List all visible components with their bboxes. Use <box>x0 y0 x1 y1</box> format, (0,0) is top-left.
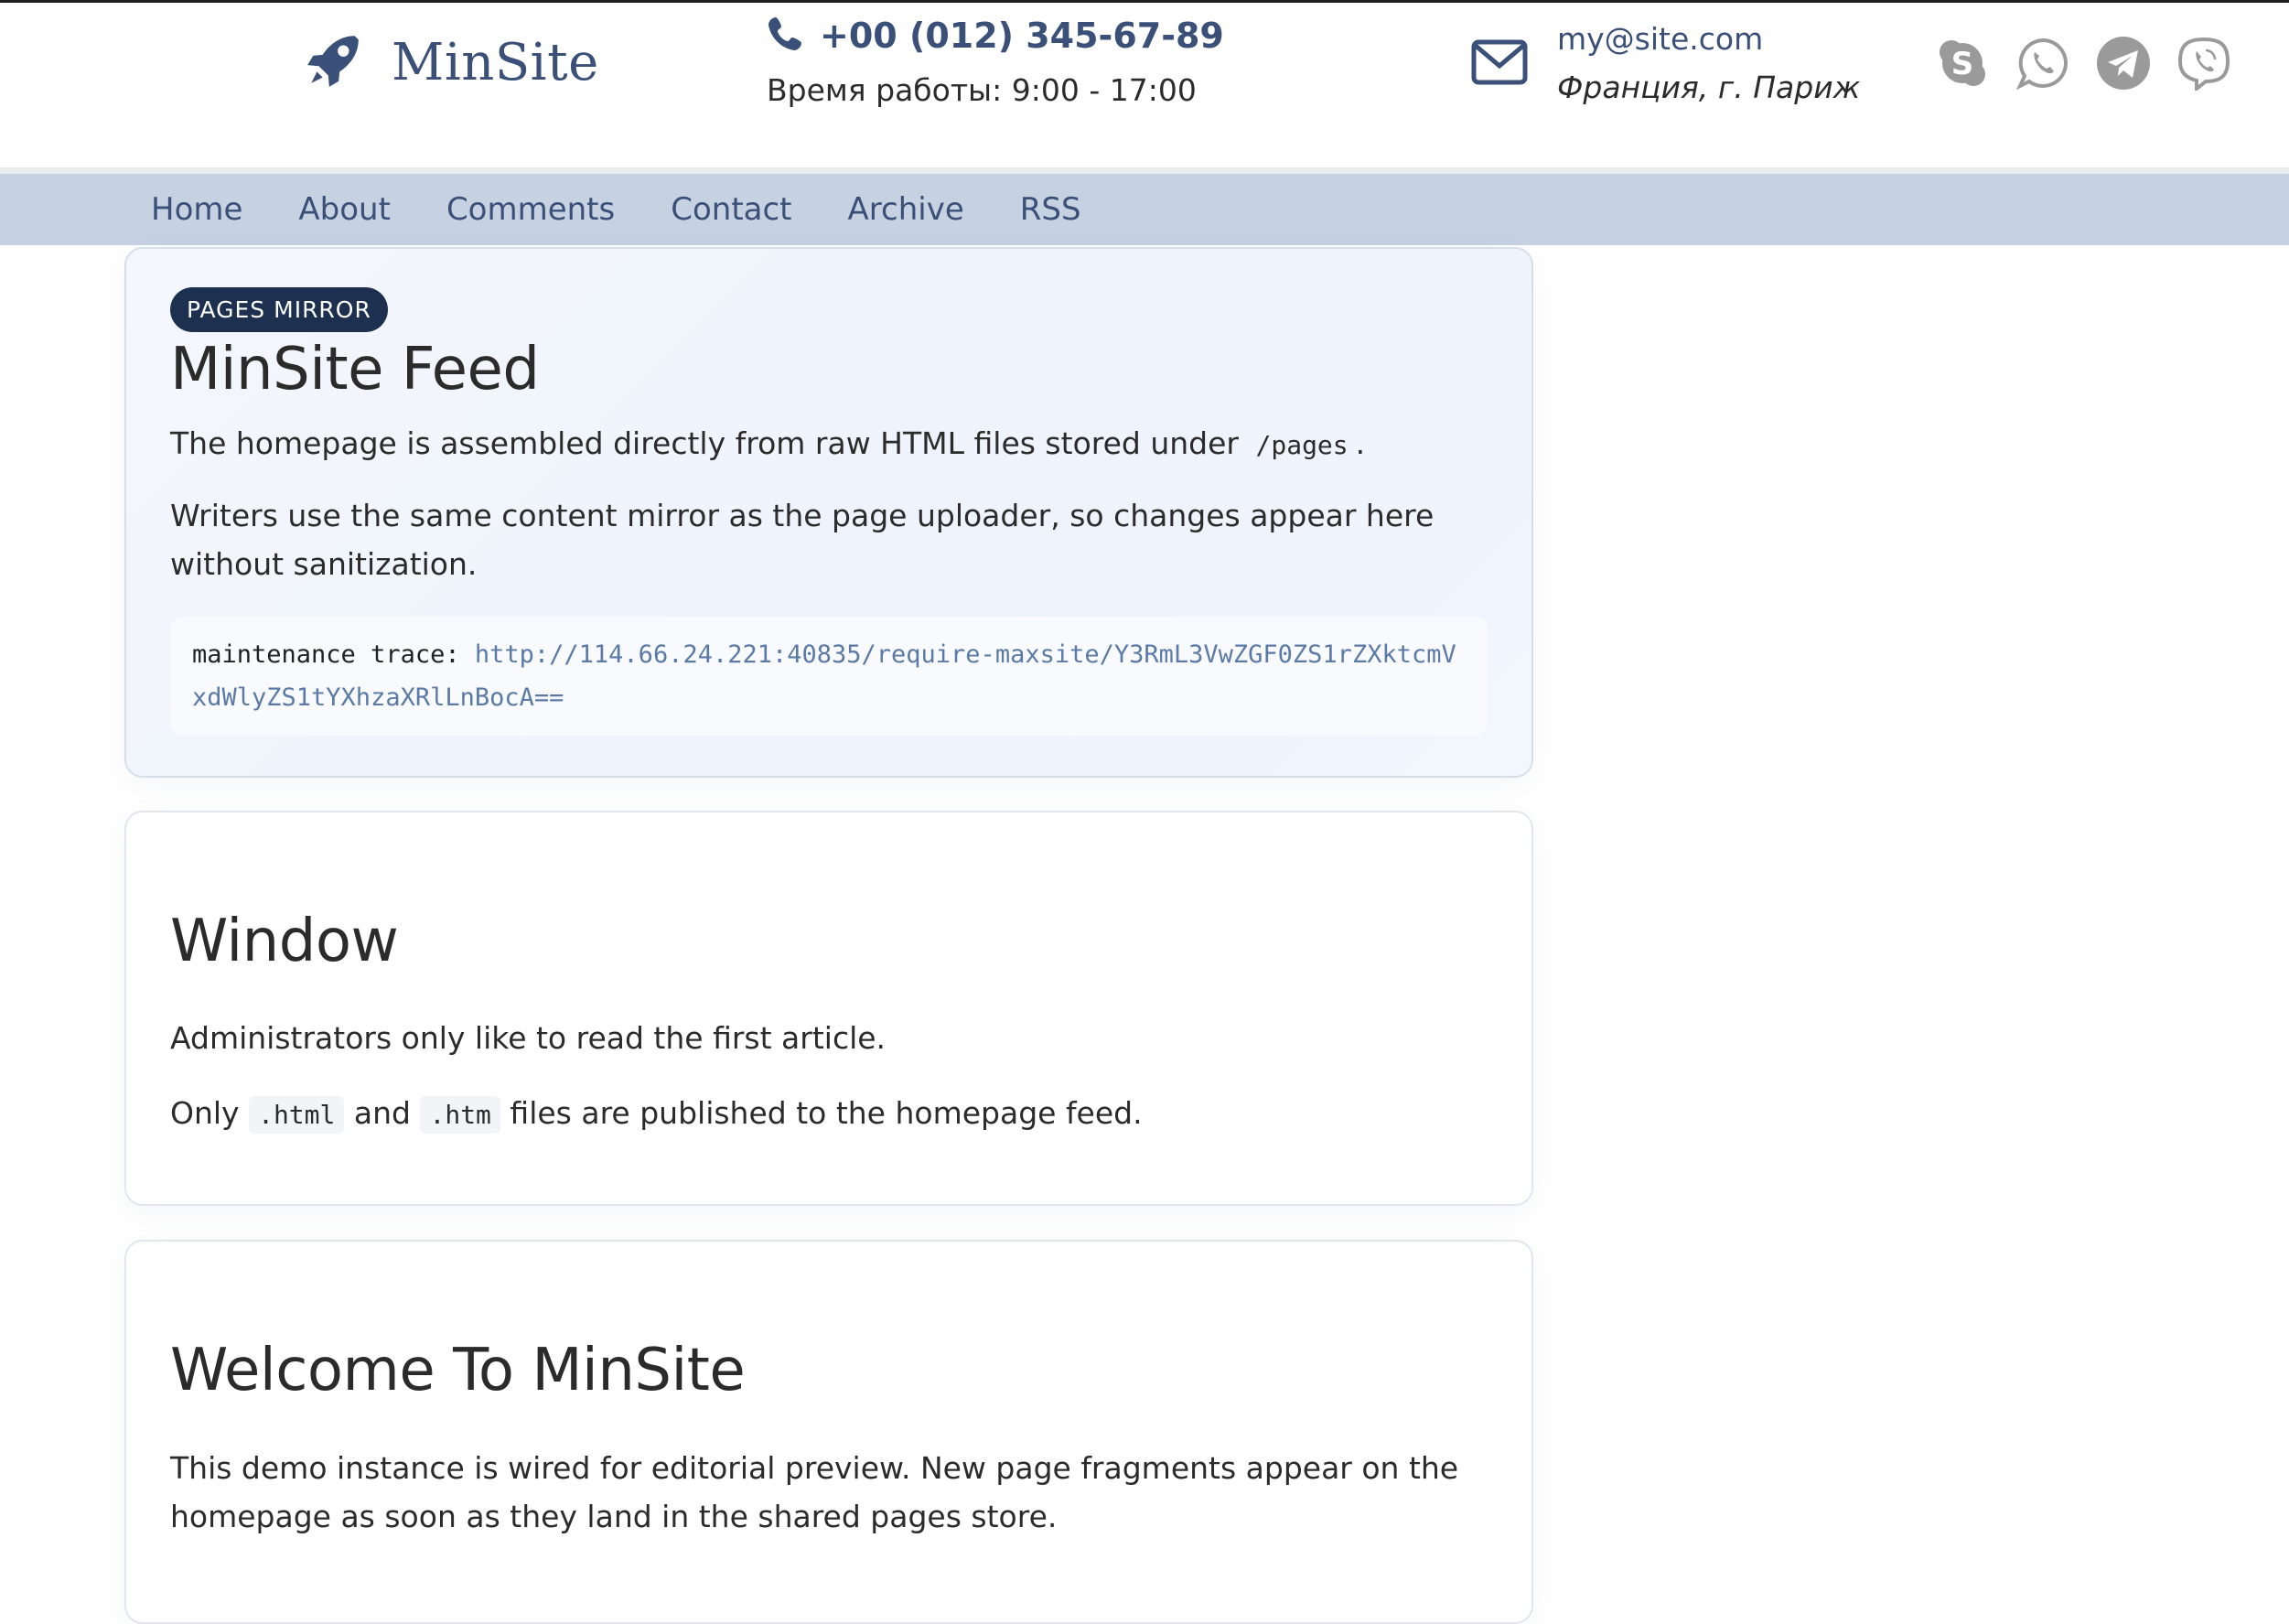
maintenance-trace: maintenance trace: http://114.66.24.221:… <box>170 617 1488 736</box>
site-logo[interactable]: MinSite <box>304 21 599 103</box>
pages-path-code: /pages <box>1255 430 1349 460</box>
window-card: Window Administrators only like to read … <box>124 811 1533 1206</box>
phone-icon <box>767 16 803 56</box>
phone-number[interactable]: +00 (012) 345-67-89 <box>820 16 1224 56</box>
htm-ext-code: .htm <box>420 1096 500 1134</box>
feed-intro: The homepage is assembled directly from … <box>170 419 1488 469</box>
nav-item-about[interactable]: About <box>298 191 391 228</box>
window-text-2-start: Only <box>170 1095 240 1131</box>
header-divider <box>0 167 2289 174</box>
window-text-1: Administrators only like to read the fir… <box>170 1020 887 1056</box>
contact-email-block: my@site.com Франция, г. Париж <box>1471 21 1860 105</box>
contact-phone-block: +00 (012) 345-67-89 Время работы: 9:00 -… <box>767 16 1224 108</box>
welcome-title: Welcome To MinSite <box>170 1337 746 1404</box>
window-title: Window <box>170 908 399 975</box>
email-link[interactable]: my@site.com <box>1557 21 1860 57</box>
nav-item-home[interactable]: Home <box>151 191 242 228</box>
skype-icon[interactable]: S <box>1935 36 1990 91</box>
whatsapp-icon[interactable] <box>2015 36 2070 91</box>
working-hours: Время работы: 9:00 - 17:00 <box>767 72 1197 108</box>
pages-mirror-badge: PAGES MIRROR <box>170 287 388 332</box>
nav-item-rss[interactable]: RSS <box>1020 191 1081 228</box>
logo-text: MinSite <box>392 32 599 92</box>
social-links: S <box>1935 36 2231 91</box>
svg-text:S: S <box>1951 46 1974 82</box>
welcome-card: Welcome To MinSite This demo instance is… <box>124 1240 1533 1624</box>
feed-description: Writers use the same content mirror as t… <box>170 498 1435 582</box>
trace-label: maintenance trace: <box>192 640 460 669</box>
window-text-2-mid: and <box>353 1095 411 1131</box>
welcome-text: This demo instance is wired for editoria… <box>170 1450 1459 1534</box>
main-nav: Home About Comments Contact Archive RSS <box>0 174 2289 245</box>
location-text: Франция, г. Париж <box>1557 70 1861 105</box>
window-text-2: Only .html and .htm files are published … <box>170 1089 1488 1139</box>
nav-item-comments[interactable]: Comments <box>446 191 615 228</box>
feed-title: MinSite Feed <box>170 336 540 403</box>
html-ext-code: .html <box>249 1096 345 1134</box>
feed-hero-card: PAGES MIRROR MinSite Feed The homepage i… <box>124 247 1533 778</box>
rocket-icon <box>304 30 364 94</box>
telegram-icon[interactable] <box>2096 36 2151 91</box>
viber-icon[interactable] <box>2176 36 2231 91</box>
nav-item-archive[interactable]: Archive <box>848 191 964 228</box>
feed-intro-text: The homepage is assembled directly from … <box>170 425 1239 461</box>
envelope-icon <box>1471 21 1528 105</box>
nav-item-contact[interactable]: Contact <box>671 191 791 228</box>
site-header: MinSite +00 (012) 345-67-89 Время работы… <box>0 3 2289 170</box>
feed-intro-end: . <box>1355 425 1366 461</box>
window-text-2-end: files are published to the homepage feed… <box>510 1095 1143 1131</box>
